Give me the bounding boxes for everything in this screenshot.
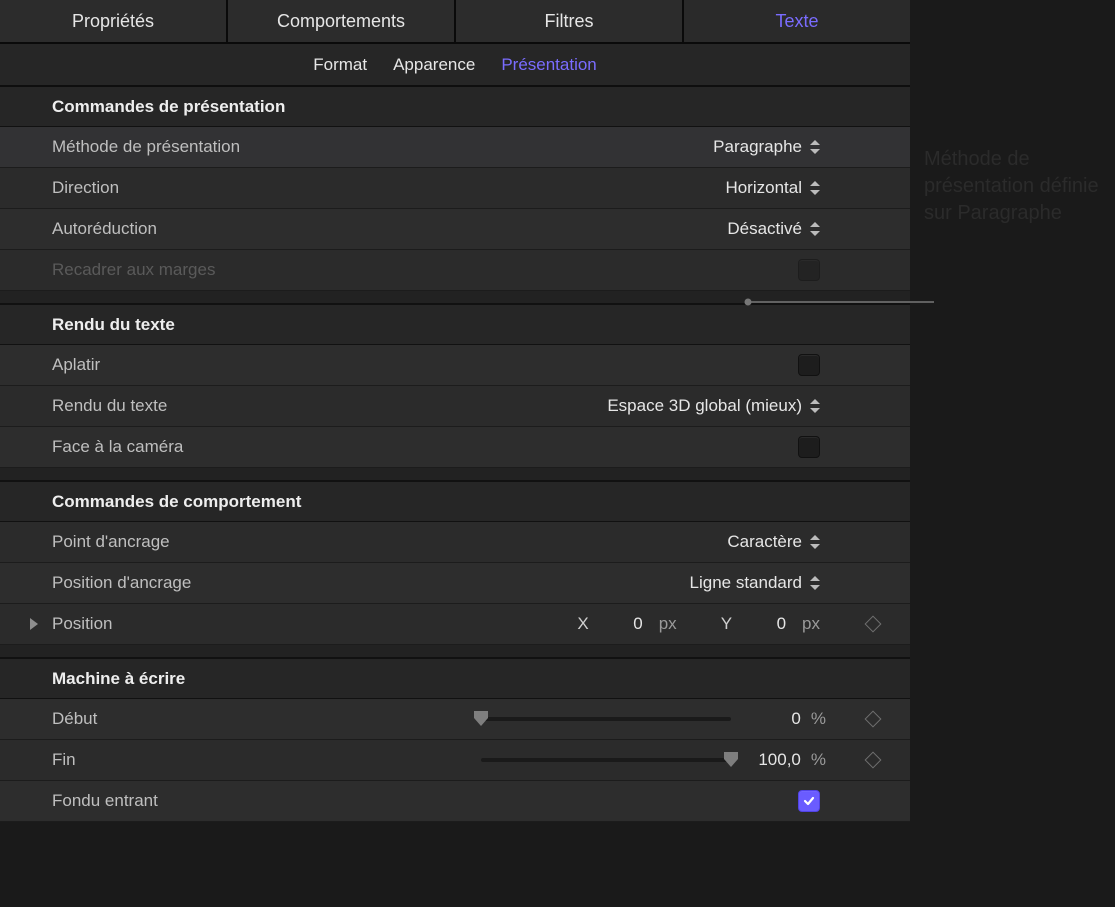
dropdown-methode[interactable]: Paragraphe: [713, 137, 820, 157]
checkbox-recadrer: [798, 259, 820, 281]
label-position: Position: [52, 614, 112, 634]
dropdown-autoreduction[interactable]: Désactivé: [727, 219, 820, 239]
position-x-unit: px: [659, 614, 677, 634]
chevron-updown-icon: [810, 140, 820, 154]
fin-value[interactable]: 100,0: [741, 750, 801, 770]
checkbox-fondu-entrant[interactable]: [798, 790, 820, 812]
label-aplatir: Aplatir: [52, 355, 100, 375]
row-position-ancrage: Position d'ancrage Ligne standard: [0, 563, 910, 604]
chevron-updown-icon: [810, 399, 820, 413]
section-render-header: Rendu du texte: [0, 304, 910, 345]
keyframe-icon[interactable]: [865, 616, 882, 633]
label-recadrer: Recadrer aux marges: [52, 260, 215, 280]
label-fin: Fin: [52, 750, 76, 770]
dropdown-position-ancrage[interactable]: Ligne standard: [690, 573, 820, 593]
position-y-value[interactable]: 0: [748, 614, 786, 634]
row-rendu-texte: Rendu du texte Espace 3D global (mieux): [0, 386, 910, 427]
label-fondu-entrant: Fondu entrant: [52, 791, 158, 811]
dropdown-point-ancrage-value: Caractère: [727, 532, 802, 552]
dropdown-methode-value: Paragraphe: [713, 137, 802, 157]
dropdown-point-ancrage[interactable]: Caractère: [727, 532, 820, 552]
label-position-ancrage: Position d'ancrage: [52, 573, 191, 593]
checkbox-face-camera[interactable]: [798, 436, 820, 458]
dropdown-rendu-texte[interactable]: Espace 3D global (mieux): [607, 396, 820, 416]
annotation-text: Méthode de présentation définie sur Para…: [924, 146, 1105, 227]
debut-value[interactable]: 0: [741, 709, 801, 729]
section-presentation-header: Commandes de présentation: [0, 87, 910, 127]
checkbox-aplatir[interactable]: [798, 354, 820, 376]
label-debut: Début: [52, 709, 97, 729]
row-fondu-entrant: Fondu entrant: [0, 781, 910, 822]
dropdown-rendu-texte-value: Espace 3D global (mieux): [607, 396, 802, 416]
row-fin: Fin 100,0 %: [0, 740, 910, 781]
label-direction: Direction: [52, 178, 119, 198]
main-tabs: Propriétés Comportements Filtres Texte: [0, 0, 910, 44]
sub-tabs: Format Apparence Présentation: [0, 44, 910, 87]
label-rendu-texte: Rendu du texte: [52, 396, 167, 416]
chevron-updown-icon: [810, 576, 820, 590]
label-face-camera: Face à la caméra: [52, 437, 183, 457]
row-face-camera: Face à la caméra: [0, 427, 910, 468]
debut-unit: %: [811, 709, 826, 729]
chevron-updown-icon: [810, 535, 820, 549]
slider-fin[interactable]: [481, 758, 731, 762]
subtab-format[interactable]: Format: [313, 55, 367, 75]
slider-debut-thumb[interactable]: [472, 709, 490, 727]
dropdown-autoreduction-value: Désactivé: [727, 219, 802, 239]
section-behavior-header: Commandes de comportement: [0, 481, 910, 522]
position-y-unit: px: [802, 614, 820, 634]
row-position: Position X 0 px Y 0 px: [0, 604, 910, 645]
tab-proprietes[interactable]: Propriétés: [0, 0, 228, 42]
label-methode: Méthode de présentation: [52, 137, 240, 157]
position-x-label: X: [577, 614, 588, 634]
disclosure-position[interactable]: [30, 618, 38, 630]
row-point-ancrage: Point d'ancrage Caractère: [0, 522, 910, 563]
section-typewriter-header: Machine à écrire: [0, 658, 910, 699]
annotation-area: Méthode de présentation définie sur Para…: [910, 0, 1115, 822]
slider-debut[interactable]: [481, 717, 731, 721]
tab-filtres[interactable]: Filtres: [456, 0, 684, 42]
position-y-label: Y: [721, 614, 732, 634]
slider-fin-thumb[interactable]: [722, 750, 740, 768]
fin-unit: %: [811, 750, 826, 770]
callout-line-icon: [744, 298, 934, 306]
row-autoreduction: Autoréduction Désactivé: [0, 209, 910, 250]
tab-comportements[interactable]: Comportements: [228, 0, 456, 42]
inspector-panel: Propriétés Comportements Filtres Texte F…: [0, 0, 910, 822]
subtab-apparence[interactable]: Apparence: [393, 55, 475, 75]
label-autoreduction: Autoréduction: [52, 219, 157, 239]
row-aplatir: Aplatir: [0, 345, 910, 386]
row-methode-presentation: Méthode de présentation Paragraphe: [0, 127, 910, 168]
label-point-ancrage: Point d'ancrage: [52, 532, 170, 552]
callout-line-icon: [732, 170, 932, 200]
keyframe-icon[interactable]: [865, 711, 882, 728]
keyframe-icon[interactable]: [865, 752, 882, 769]
row-recadrer-marges: Recadrer aux marges: [0, 250, 910, 291]
tab-texte[interactable]: Texte: [684, 0, 910, 42]
subtab-presentation[interactable]: Présentation: [501, 55, 596, 75]
chevron-updown-icon: [810, 222, 820, 236]
row-debut: Début 0 %: [0, 699, 910, 740]
position-x-value[interactable]: 0: [605, 614, 643, 634]
dropdown-position-ancrage-value: Ligne standard: [690, 573, 802, 593]
